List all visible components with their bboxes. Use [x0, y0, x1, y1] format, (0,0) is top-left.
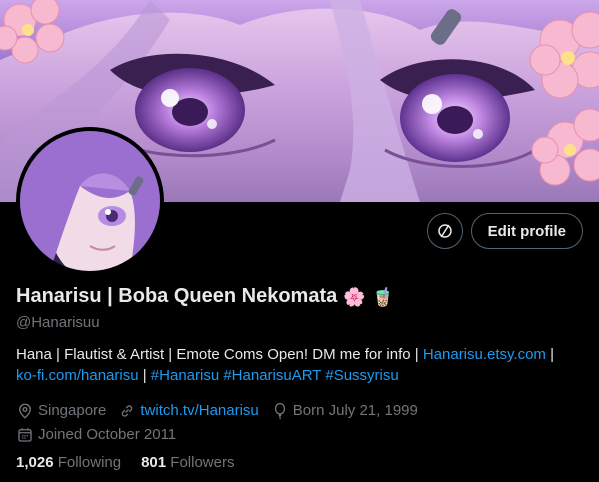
edit-profile-button[interactable]: Edit profile: [470, 213, 583, 249]
website-link[interactable]: twitch.tv/Hanarisu: [140, 399, 258, 423]
profile-actions: Edit profile: [426, 213, 583, 249]
link-icon: [122, 405, 133, 417]
location-pin-icon: [19, 403, 31, 419]
following-count: 1,026: [16, 454, 54, 471]
bio-separator: |: [545, 346, 555, 363]
bio-hashtag[interactable]: #Hanarisu: [151, 367, 219, 384]
profile-avatar[interactable]: [16, 127, 164, 275]
avatar-artwork: [20, 131, 160, 271]
bio-link-etsy[interactable]: Hanarisu.etsy.com: [423, 346, 546, 363]
verified-circle-slash-icon: [437, 224, 452, 238]
balloon-icon: [274, 402, 285, 420]
profile-bio: Hana | Flautist & Artist | Emote Coms Op…: [16, 344, 586, 386]
sakura-emoji: 🌸: [343, 286, 366, 307]
display-name: Hanarisu | Boba Queen Nekomata: [16, 285, 338, 307]
birthday-text: Born July 21, 1999: [292, 402, 418, 419]
joined-item: Joined October 2011: [16, 423, 176, 447]
followers-count: 801: [141, 454, 167, 471]
calendar-icon: [18, 428, 32, 442]
user-handle: @Hanarisuu: [16, 314, 100, 331]
birthday-item: Born July 21, 1999: [271, 399, 418, 423]
joined-text: Joined October 2011: [38, 426, 177, 443]
following-link[interactable]: 1,026 Following: [16, 454, 121, 471]
follow-stats: 1,026 Following 801 Followers: [16, 454, 234, 471]
bio-text: Hana | Flautist & Artist | Emote Coms Op…: [16, 346, 423, 363]
website-item: twitch.tv/Hanarisu: [118, 399, 259, 423]
following-label: Following: [57, 454, 122, 471]
location-text: Singapore: [38, 402, 107, 419]
verify-button[interactable]: [426, 213, 463, 249]
followers-link[interactable]: 801 Followers: [141, 454, 234, 471]
display-name-row: Hanarisu | Boba Queen Nekomata 🌸 🧋: [16, 285, 394, 308]
bio-separator: |: [138, 367, 151, 384]
profile-meta: Singapore twitch.tv/Hanarisu Born July 2…: [16, 399, 418, 447]
boba-emoji: 🧋: [371, 286, 395, 307]
bio-hashtag[interactable]: #Sussyrisu: [325, 367, 398, 384]
followers-label: Followers: [170, 454, 235, 471]
bio-hashtag[interactable]: #HanarisuART: [223, 367, 321, 384]
location-item: Singapore: [16, 399, 106, 423]
bio-link-kofi[interactable]: ko-fi.com/hanarisu: [16, 367, 139, 384]
